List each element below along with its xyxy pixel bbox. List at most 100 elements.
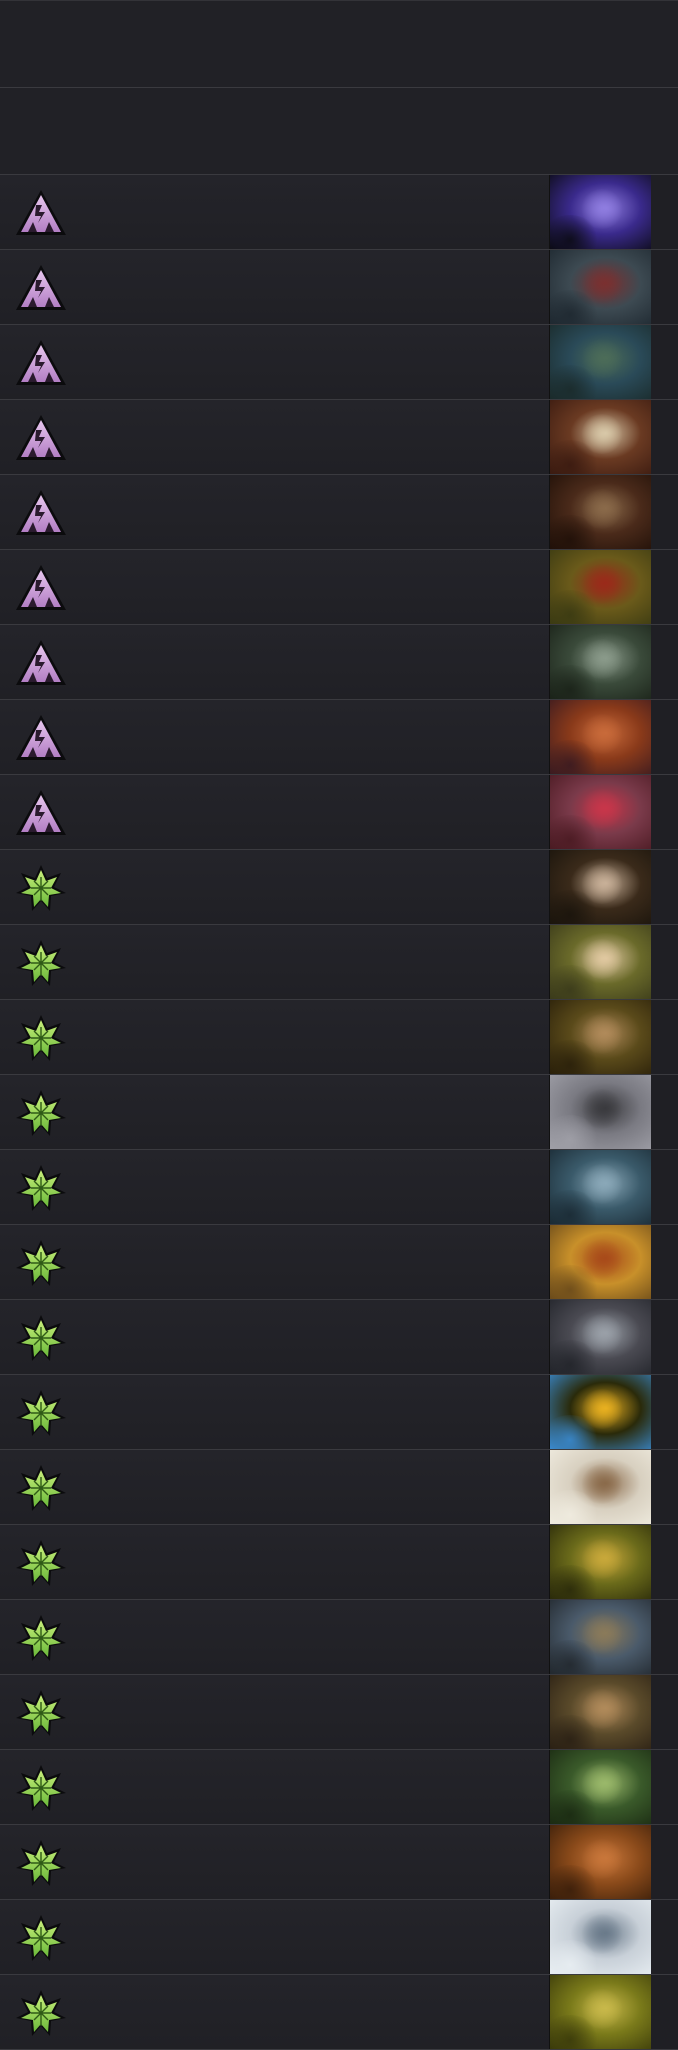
purple-triangle-icon — [14, 563, 68, 613]
header-row-filters — [0, 88, 678, 175]
row-gutter — [651, 850, 678, 924]
card-row[interactable] — [0, 550, 678, 625]
purple-triangle-icon — [14, 488, 68, 538]
green-leaf-icon — [16, 1315, 66, 1361]
row-gutter — [651, 775, 678, 849]
card-row[interactable] — [0, 1075, 678, 1150]
row-gutter — [651, 1675, 678, 1749]
green-leaf-icon — [14, 1988, 68, 2038]
green-leaf-icon — [14, 1538, 68, 1588]
card-row[interactable] — [0, 625, 678, 700]
purple-triangle-icon — [14, 788, 68, 838]
row-gutter — [651, 1600, 678, 1674]
card-row[interactable] — [0, 1450, 678, 1525]
card-row[interactable] — [0, 1525, 678, 1600]
row-gutter — [651, 1375, 678, 1449]
wolves-art[interactable] — [549, 1300, 652, 1374]
purple-triangle-icon — [14, 638, 68, 688]
fairy-art[interactable] — [549, 1375, 652, 1449]
row-gutter — [651, 1225, 678, 1299]
card-row[interactable] — [0, 700, 678, 775]
green-leaf-icon — [16, 1615, 66, 1661]
purple-triangle-icon — [16, 565, 66, 610]
card-row[interactable] — [0, 1975, 678, 2050]
card-row[interactable] — [0, 1375, 678, 1450]
green-leaf-icon — [16, 1540, 66, 1586]
card-row[interactable] — [0, 250, 678, 325]
bear-art[interactable] — [549, 1675, 652, 1749]
header-row-top — [0, 0, 678, 88]
forest-silhouette-art[interactable] — [549, 1750, 652, 1824]
row-gutter — [651, 550, 678, 624]
purple-triangle-icon — [16, 640, 66, 685]
white-wolf-art[interactable] — [549, 1900, 652, 1974]
card-row[interactable] — [0, 1825, 678, 1900]
purple-triangle-icon — [14, 713, 68, 763]
forest-spirit-art[interactable] — [549, 1525, 652, 1599]
purple-triangle-icon — [14, 188, 68, 238]
green-leaf-icon — [14, 863, 68, 913]
row-gutter — [651, 700, 678, 774]
shark-beast-art[interactable] — [549, 625, 652, 699]
armored-beast-art[interactable] — [549, 550, 652, 624]
green-leaf-icon — [14, 1838, 68, 1888]
statue-art[interactable] — [549, 1000, 652, 1074]
grizzly-art[interactable] — [549, 1825, 652, 1899]
beast-rider-art[interactable] — [549, 1600, 652, 1674]
card-row[interactable] — [0, 175, 678, 250]
rat-art[interactable] — [549, 850, 652, 924]
ogre-throne-art[interactable] — [549, 475, 652, 549]
card-row[interactable] — [0, 1300, 678, 1375]
card-row[interactable] — [0, 775, 678, 850]
purple-triangle-icon — [14, 413, 68, 463]
green-leaf-icon — [16, 1165, 66, 1211]
card-row[interactable] — [0, 1150, 678, 1225]
fox-archer-art[interactable] — [549, 1225, 652, 1299]
gator-creature-art[interactable] — [549, 250, 652, 324]
green-leaf-icon — [14, 1238, 68, 1288]
green-leaf-icon — [14, 1313, 68, 1363]
eclipse-art[interactable] — [549, 175, 652, 249]
row-gutter — [651, 325, 678, 399]
green-leaf-icon — [14, 1463, 68, 1513]
card-row[interactable] — [0, 1900, 678, 1975]
card-row[interactable] — [0, 475, 678, 550]
card-row[interactable] — [0, 1225, 678, 1300]
row-gutter — [651, 1975, 678, 2049]
row-gutter — [651, 1450, 678, 1524]
card-row[interactable] — [0, 925, 678, 1000]
row-gutter — [651, 625, 678, 699]
card-row[interactable] — [0, 1600, 678, 1675]
green-leaf-icon — [16, 1765, 66, 1811]
purple-triangle-icon — [14, 338, 68, 388]
green-leaf-icon — [16, 940, 66, 986]
owl-art[interactable] — [549, 1450, 652, 1524]
ogre-hunter-art[interactable] — [549, 1975, 652, 2049]
card-row[interactable] — [0, 1000, 678, 1075]
mole-hill-art[interactable] — [549, 1075, 652, 1149]
card-row[interactable] — [0, 1675, 678, 1750]
card-list — [0, 175, 678, 2050]
row-gutter — [651, 400, 678, 474]
spiky-bug-art[interactable] — [549, 775, 652, 849]
skull-art[interactable] — [549, 400, 652, 474]
card-list-page — [0, 0, 678, 2050]
snow-golem-art[interactable] — [549, 1150, 652, 1224]
row-gutter — [651, 1075, 678, 1149]
purple-triangle-icon — [16, 340, 66, 385]
green-leaf-icon — [16, 1990, 66, 2036]
row-gutter — [651, 175, 678, 249]
bunny-art[interactable] — [549, 925, 652, 999]
card-row[interactable] — [0, 850, 678, 925]
purple-triangle-icon — [16, 715, 66, 760]
purple-triangle-icon — [16, 190, 66, 235]
purple-triangle-icon — [16, 415, 66, 460]
lizard-warrior-art[interactable] — [549, 325, 652, 399]
card-row[interactable] — [0, 400, 678, 475]
card-row[interactable] — [0, 1750, 678, 1825]
green-leaf-icon — [14, 1388, 68, 1438]
green-leaf-icon — [14, 1688, 68, 1738]
insect-art[interactable] — [549, 700, 652, 774]
green-leaf-icon — [14, 1613, 68, 1663]
card-row[interactable] — [0, 325, 678, 400]
